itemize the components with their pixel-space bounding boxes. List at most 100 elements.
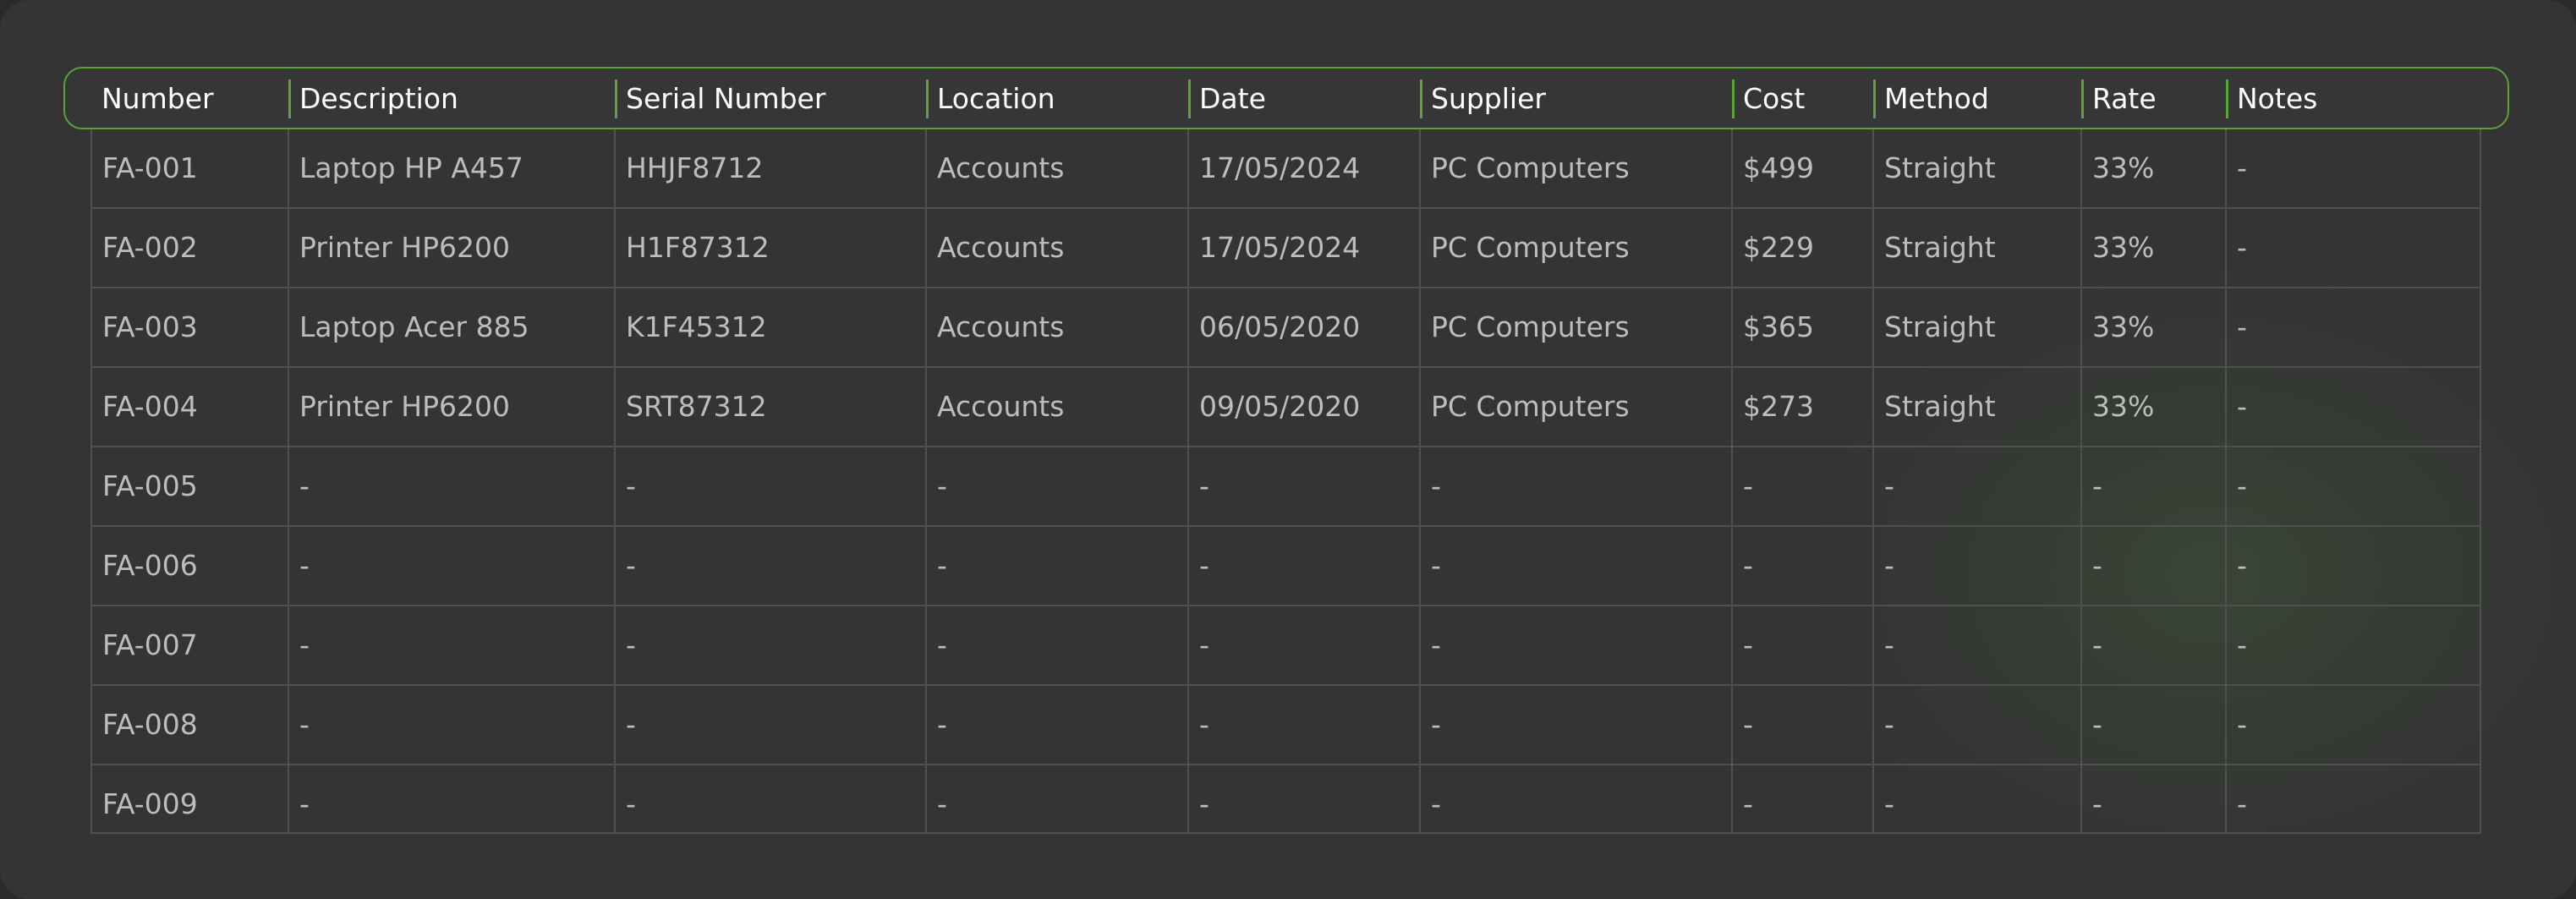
cell-number: FA-005 [102, 469, 198, 502]
cell-method: - [1884, 708, 1894, 741]
table-header: Number Description Serial Number Locatio… [63, 67, 2509, 129]
cell-number: FA-006 [102, 549, 198, 582]
cell-cost: $365 [1743, 310, 1814, 343]
cell-date: 17/05/2024 [1199, 231, 1361, 264]
table-row[interactable]: FA-007 - - - - - - - - - [92, 606, 2480, 686]
cell-rate: - [2092, 469, 2102, 502]
cell-rate: 33% [2092, 151, 2155, 184]
cell-method: Straight [1884, 231, 1996, 264]
cell-location: Accounts [937, 231, 1065, 264]
header-rate: Rate [2092, 82, 2157, 115]
cell-supplier: PC Computers [1431, 151, 1630, 184]
cell-method: - [1884, 787, 1894, 820]
cell-location: - [937, 469, 947, 502]
header-number: Number [101, 82, 214, 115]
cell-description: - [299, 549, 310, 582]
cell-location: Accounts [937, 151, 1065, 184]
cell-rate: - [2092, 708, 2102, 741]
cell-notes: - [2237, 390, 2247, 423]
cell-date: - [1199, 708, 1209, 741]
cell-number: FA-009 [102, 787, 198, 820]
table-row[interactable]: FA-002 Printer HP6200 H1F87312 Accounts … [92, 209, 2480, 288]
header-separator [1420, 79, 1422, 118]
cell-cost: - [1743, 549, 1753, 582]
cell-supplier: PC Computers [1431, 390, 1630, 423]
header-separator [615, 79, 617, 118]
cell-serial-number: HHJF8712 [626, 151, 764, 184]
cell-date: - [1199, 628, 1209, 661]
cell-number: FA-007 [102, 628, 198, 661]
cell-date: 06/05/2020 [1199, 310, 1361, 343]
cell-supplier: PC Computers [1431, 231, 1630, 264]
cell-number: FA-008 [102, 708, 198, 741]
table-row[interactable]: FA-009 - - - - - - - - - [92, 765, 2480, 832]
cell-cost: - [1743, 628, 1753, 661]
cell-supplier: - [1431, 628, 1441, 661]
cell-method: Straight [1884, 390, 1996, 423]
cell-location: Accounts [937, 390, 1065, 423]
header-separator [1873, 79, 1876, 118]
table-body: FA-001 Laptop HP A457 HHJF8712 Accounts … [90, 129, 2481, 834]
cell-serial-number: - [626, 469, 636, 502]
cell-rate: - [2092, 549, 2102, 582]
cell-description: - [299, 787, 310, 820]
cell-description: Printer HP6200 [299, 390, 510, 423]
cell-notes: - [2237, 549, 2247, 582]
cell-notes: - [2237, 310, 2247, 343]
cell-serial-number: K1F45312 [626, 310, 767, 343]
cell-number: FA-003 [102, 310, 198, 343]
cell-location: - [937, 708, 947, 741]
header-date: Date [1199, 82, 1266, 115]
cell-method: - [1884, 549, 1894, 582]
table-row[interactable]: FA-006 - - - - - - - - - [92, 527, 2480, 606]
cell-date: - [1199, 549, 1209, 582]
cell-date: 09/05/2020 [1199, 390, 1361, 423]
header-separator [288, 79, 291, 118]
cell-date: - [1199, 469, 1209, 502]
header-serial-number: Serial Number [626, 82, 826, 115]
table-row[interactable]: FA-004 Printer HP6200 SRT87312 Accounts … [92, 368, 2480, 447]
cell-description: - [299, 708, 310, 741]
cell-rate: 33% [2092, 390, 2155, 423]
cell-supplier: - [1431, 787, 1441, 820]
cell-description: Printer HP6200 [299, 231, 510, 264]
table-row[interactable]: FA-001 Laptop HP A457 HHJF8712 Accounts … [92, 129, 2480, 209]
header-separator [2226, 79, 2228, 118]
cell-notes: - [2237, 231, 2247, 264]
cell-description: - [299, 628, 310, 661]
cell-cost: $499 [1743, 151, 1814, 184]
cell-cost: $229 [1743, 231, 1814, 264]
cell-number: FA-001 [102, 151, 198, 184]
cell-serial-number: - [626, 787, 636, 820]
cell-notes: - [2237, 787, 2247, 820]
cell-date: 17/05/2024 [1199, 151, 1361, 184]
cell-description: Laptop Acer 885 [299, 310, 529, 343]
cell-rate: - [2092, 628, 2102, 661]
assets-table: Number Description Serial Number Locatio… [0, 0, 2576, 899]
cell-serial-number: - [626, 628, 636, 661]
cell-serial-number: - [626, 708, 636, 741]
table-row[interactable]: FA-008 - - - - - - - - - [92, 686, 2480, 765]
cell-supplier: - [1431, 469, 1441, 502]
header-supplier: Supplier [1431, 82, 1546, 115]
cell-cost: - [1743, 708, 1753, 741]
cell-description: Laptop HP A457 [299, 151, 523, 184]
cell-cost: - [1743, 469, 1753, 502]
cell-cost: $273 [1743, 390, 1814, 423]
cell-location: - [937, 628, 947, 661]
cell-date: - [1199, 787, 1209, 820]
cell-location: Accounts [937, 310, 1065, 343]
cell-description: - [299, 469, 310, 502]
cell-method: - [1884, 628, 1894, 661]
header-separator [926, 79, 929, 118]
cell-number: FA-002 [102, 231, 198, 264]
header-location: Location [937, 82, 1055, 115]
header-notes: Notes [2237, 82, 2318, 115]
header-description: Description [299, 82, 458, 115]
cell-location: - [937, 549, 947, 582]
cell-method: - [1884, 469, 1894, 502]
table-row[interactable]: FA-003 Laptop Acer 885 K1F45312 Accounts… [92, 288, 2480, 368]
canvas: Number Description Serial Number Locatio… [0, 0, 2576, 899]
cell-supplier: - [1431, 549, 1441, 582]
table-row[interactable]: FA-005 - - - - - - - - - [92, 447, 2480, 527]
